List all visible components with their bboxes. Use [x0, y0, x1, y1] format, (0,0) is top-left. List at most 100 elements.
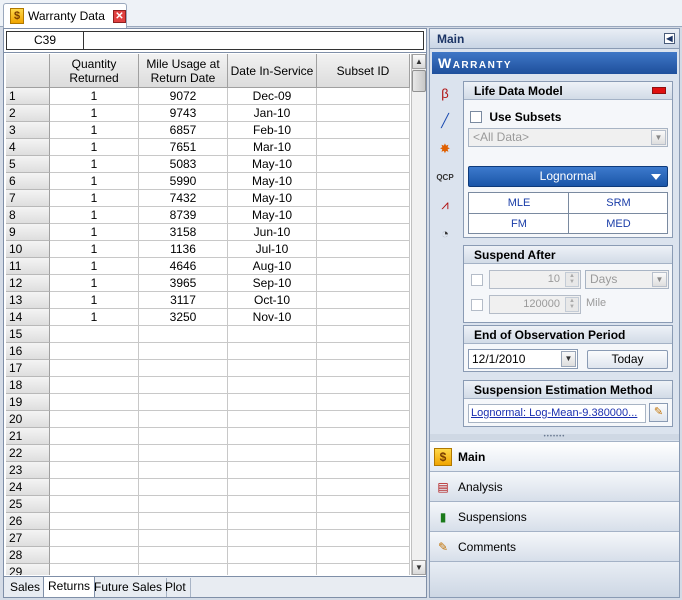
sheet-tab-future-sales[interactable]: Future Sales — [90, 578, 168, 597]
cell-mile-usage[interactable]: 5990 — [139, 173, 228, 190]
column-header-date-in-service[interactable]: Date In-Service — [228, 54, 317, 88]
column-header-quantity-returned[interactable]: Quantity Returned — [50, 54, 139, 88]
tab-warranty-data[interactable]: $ Warranty Data ✕ — [3, 3, 127, 28]
cell-mile-usage[interactable] — [139, 326, 228, 343]
cell-mile-usage[interactable] — [139, 530, 228, 547]
cell-subset-id[interactable] — [317, 394, 410, 411]
cell-mile-usage[interactable]: 3158 — [139, 224, 228, 241]
row-header[interactable]: 5 — [6, 156, 50, 173]
cell-subset-id[interactable] — [317, 241, 410, 258]
row-header[interactable]: 23 — [6, 462, 50, 479]
cell-mile-usage[interactable]: 6857 — [139, 122, 228, 139]
close-tab-icon[interactable]: ✕ — [112, 9, 126, 23]
row-header[interactable]: 4 — [6, 139, 50, 156]
cell-quantity[interactable]: 1 — [50, 190, 139, 207]
cell-quantity[interactable]: 1 — [50, 309, 139, 326]
suspend-unit-select[interactable]: Days ▼ — [585, 270, 669, 289]
cell-subset-id[interactable] — [317, 173, 410, 190]
row-header[interactable]: 6 — [6, 173, 50, 190]
cell-mile-usage[interactable]: 3117 — [139, 292, 228, 309]
edit-pencil-icon[interactable]: ✎ — [649, 403, 668, 422]
sheet-tab-returns[interactable]: Returns — [43, 577, 96, 598]
cell-quantity[interactable] — [50, 462, 139, 479]
cell-mile-usage[interactable]: 3250 — [139, 309, 228, 326]
cell-date[interactable] — [228, 428, 317, 445]
cell-date[interactable]: Jan-10 — [228, 105, 317, 122]
row-header[interactable]: 2 — [6, 105, 50, 122]
cell-date[interactable]: Jul-10 — [228, 241, 317, 258]
cell-mile-usage[interactable]: 5083 — [139, 156, 228, 173]
observation-date-picker[interactable]: 12/1/2010 ▼ — [468, 349, 578, 369]
cell-mile-usage[interactable] — [139, 564, 228, 575]
scroll-thumb[interactable] — [412, 70, 426, 92]
cell-date[interactable] — [228, 343, 317, 360]
chevron-down-icon[interactable]: ▼ — [651, 130, 666, 145]
cell-subset-id[interactable] — [317, 139, 410, 156]
row-header[interactable]: 25 — [6, 496, 50, 513]
row-header[interactable]: 18 — [6, 377, 50, 394]
cell-mile-usage[interactable]: 9743 — [139, 105, 228, 122]
row-header[interactable]: 13 — [6, 292, 50, 309]
cell-quantity[interactable] — [50, 513, 139, 530]
cell-mile-usage[interactable]: 4646 — [139, 258, 228, 275]
row-header[interactable]: 9 — [6, 224, 50, 241]
cell-quantity[interactable]: 1 — [50, 258, 139, 275]
cell-subset-id[interactable] — [317, 377, 410, 394]
cell-subset-id[interactable] — [317, 343, 410, 360]
cell-subset-id[interactable] — [317, 326, 410, 343]
cell-date[interactable]: May-10 — [228, 156, 317, 173]
cell-quantity[interactable] — [50, 394, 139, 411]
cell-date[interactable] — [228, 530, 317, 547]
cell-subset-id[interactable] — [317, 309, 410, 326]
cell-subset-id[interactable] — [317, 564, 410, 575]
collapse-panel-icon[interactable]: ◀ — [664, 33, 675, 44]
cell-mile-usage[interactable] — [139, 343, 228, 360]
cell-mile-usage[interactable] — [139, 428, 228, 445]
cell-date[interactable] — [228, 479, 317, 496]
cell-date[interactable]: Sep-10 — [228, 275, 317, 292]
row-header[interactable]: 11 — [6, 258, 50, 275]
suspend-days-checkbox[interactable] — [471, 274, 483, 286]
cell-quantity[interactable] — [50, 411, 139, 428]
column-header-mile-usage[interactable]: Mile Usage at Return Date — [139, 54, 228, 88]
cell-date[interactable] — [228, 360, 317, 377]
cell-quantity[interactable] — [50, 428, 139, 445]
cell-mile-usage[interactable]: 8739 — [139, 207, 228, 224]
cell-date[interactable] — [228, 496, 317, 513]
row-header[interactable]: 12 — [6, 275, 50, 292]
cell-subset-id[interactable] — [317, 275, 410, 292]
suspend-mile-checkbox[interactable] — [471, 299, 483, 311]
wizard-icon[interactable]: ✸ — [434, 138, 456, 160]
suspend-days-input[interactable]: 10 ▲ ▼ — [489, 270, 581, 289]
cell-mile-usage[interactable]: 1136 — [139, 241, 228, 258]
cell-date[interactable]: Jun-10 — [228, 224, 317, 241]
row-header[interactable]: 3 — [6, 122, 50, 139]
sheet-tab-plot[interactable]: Plot — [161, 578, 191, 597]
cell-quantity[interactable] — [50, 564, 139, 575]
gauge-icon[interactable]: ◔ — [434, 222, 456, 244]
row-header[interactable]: 8 — [6, 207, 50, 224]
suspension-estimation-link[interactable]: Lognormal: Log-Mean-9.380000... — [468, 404, 646, 423]
cell-date[interactable]: May-10 — [228, 190, 317, 207]
row-header[interactable]: 17 — [6, 360, 50, 377]
cell-mile-usage[interactable] — [139, 547, 228, 564]
row-header[interactable]: 22 — [6, 445, 50, 462]
cell-date[interactable]: Feb-10 — [228, 122, 317, 139]
cell-mile-usage[interactable] — [139, 360, 228, 377]
cell-date[interactable] — [228, 547, 317, 564]
line-fit-icon[interactable]: ╱ — [434, 110, 456, 132]
cell-quantity[interactable]: 1 — [50, 156, 139, 173]
row-header[interactable]: 19 — [6, 394, 50, 411]
cell-quantity[interactable] — [50, 343, 139, 360]
qcp-icon[interactable]: QCP — [434, 166, 456, 188]
spin-arrows-icon[interactable]: ▲ ▼ — [565, 297, 579, 312]
grid-corner[interactable] — [6, 54, 50, 88]
cell-date[interactable] — [228, 377, 317, 394]
cell-quantity[interactable]: 1 — [50, 292, 139, 309]
cell-quantity[interactable] — [50, 326, 139, 343]
cell-subset-id[interactable] — [317, 122, 410, 139]
cell-quantity[interactable]: 1 — [50, 224, 139, 241]
cell-subset-id[interactable] — [317, 224, 410, 241]
method-mle[interactable]: MLE — [469, 193, 569, 214]
cell-subset-id[interactable] — [317, 445, 410, 462]
